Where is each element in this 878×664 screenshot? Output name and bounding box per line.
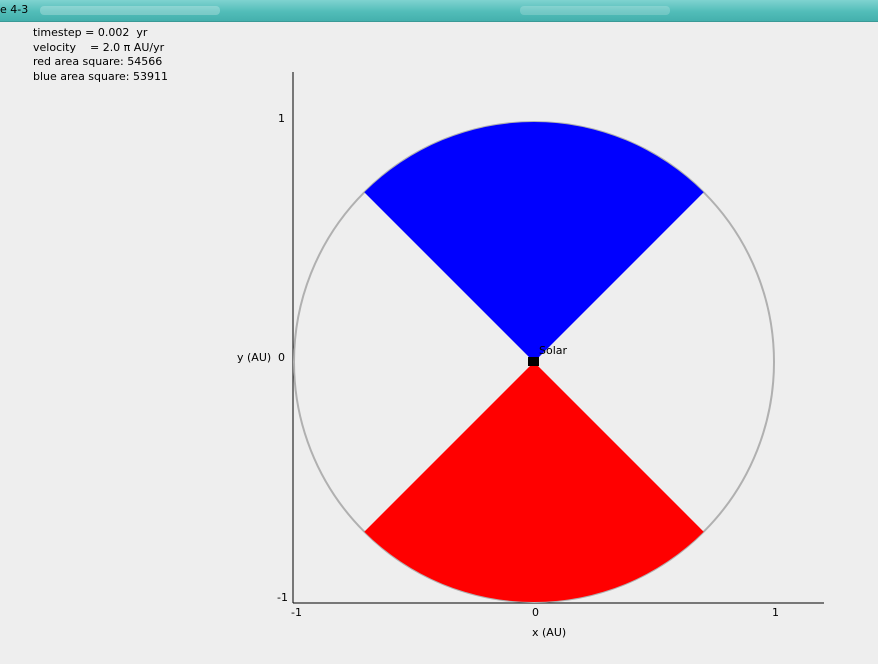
y-tick-neg1: -1: [277, 591, 288, 604]
red-sector: [364, 362, 704, 602]
sun-marker: [528, 357, 539, 366]
x-axis-label: x (AU): [532, 626, 566, 639]
x-tick-1: 1: [772, 606, 779, 619]
y-tick-1: 1: [278, 112, 285, 125]
y-tick-0: 0: [278, 351, 285, 364]
x-tick-neg1: -1: [291, 606, 302, 619]
blue-sector: [364, 122, 704, 362]
y-axis-label: y (AU): [237, 351, 271, 364]
sun-label: Solar: [539, 344, 568, 357]
orbit-plot: Solar 1 0 -1 y (AU) -1 0 1 x (AU): [237, 72, 824, 639]
x-tick-0: 0: [532, 606, 539, 619]
